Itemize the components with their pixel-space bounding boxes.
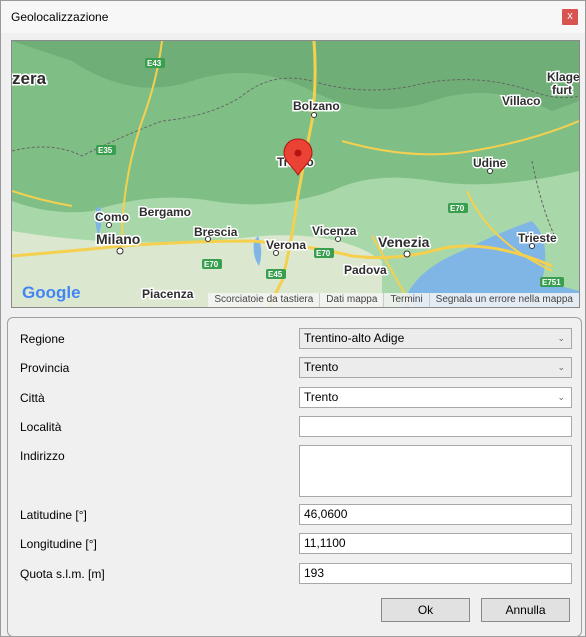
google-logo-text: Google	[22, 283, 81, 302]
latitudine-label: Latitudine [°]	[20, 508, 87, 522]
ok-button[interactable]: Ok	[381, 598, 470, 622]
road-e70-b: E70	[316, 249, 331, 258]
indirizzo-label: Indirizzo	[20, 449, 65, 463]
map-label-bolzano: Bolzano	[293, 99, 340, 113]
longitudine-label: Longitudine [°]	[20, 537, 97, 551]
map-label-piacenza: Piacenza	[142, 287, 194, 301]
regione-value: Trentino-alto Adige	[304, 331, 405, 345]
report-error-link[interactable]: Segnala un errore nella mappa	[428, 293, 579, 307]
keyboard-shortcuts-link[interactable]: Scorciatoie da tastiera	[208, 293, 319, 307]
map-footer: Scorciatoie da tastiera Dati mappa Termi…	[208, 293, 579, 307]
regione-select[interactable]: Trentino-alto Adige ⌄	[299, 328, 572, 349]
terms-link[interactable]: Termini	[383, 293, 428, 307]
road-e45: E45	[268, 270, 283, 279]
road-e70-c: E70	[204, 260, 219, 269]
citta-label: Città	[20, 391, 45, 405]
map-label-zera: zera	[12, 69, 47, 88]
map-label-bergamo: Bergamo	[139, 205, 191, 219]
chevron-down-icon: ⌄	[557, 362, 565, 372]
location-form: Regione Trentino-alto Adige ⌄ Provincia …	[7, 317, 582, 637]
map-view[interactable]: E43 E35 E70 E70 E70 E45 E751 zera Klage …	[11, 40, 580, 308]
title-bar: Geolocalizzazione x	[1, 1, 585, 33]
map-label-udine: Udine	[473, 156, 507, 170]
map-label-trieste: Trieste	[518, 231, 557, 245]
provincia-select[interactable]: Trento ⌄	[299, 357, 572, 378]
map-canvas[interactable]: E43 E35 E70 E70 E70 E45 E751 zera Klage …	[12, 41, 579, 307]
quota-input[interactable]: 193	[299, 563, 572, 584]
road-e43: E43	[147, 59, 162, 68]
road-e751: E751	[542, 278, 561, 287]
window-title: Geolocalizzazione	[11, 10, 109, 24]
cancel-button[interactable]: Annulla	[481, 598, 570, 622]
google-logo: Google	[22, 283, 81, 303]
chevron-down-icon: ⌄	[557, 333, 565, 343]
map-label-villaco: Villaco	[502, 94, 540, 108]
indirizzo-textarea[interactable]	[299, 445, 572, 497]
citta-select[interactable]: Trento ⌄	[299, 387, 572, 408]
citta-value: Trento	[304, 390, 339, 404]
regione-label: Regione	[20, 332, 65, 346]
chevron-down-icon: ⌄	[557, 392, 565, 402]
longitudine-input[interactable]: 11,1100	[299, 533, 572, 554]
map-label-venezia: Venezia	[378, 234, 430, 250]
dialog-window: Geolocalizzazione x E43 E35 E70 E70 E70 …	[0, 0, 586, 637]
map-data-link[interactable]: Dati mappa	[319, 293, 383, 307]
latitudine-input[interactable]: 46,0600	[299, 504, 572, 525]
localita-label: Località	[20, 420, 62, 434]
map-label-milano: Milano	[96, 231, 140, 247]
map-label-vicenza: Vicenza	[312, 224, 357, 238]
provincia-value: Trento	[304, 360, 339, 374]
localita-input[interactable]	[299, 416, 572, 437]
road-e70-a: E70	[450, 204, 465, 213]
map-label-como: Como	[95, 210, 129, 224]
map-label-klagenfurt-2: furt	[552, 83, 572, 97]
close-button[interactable]: x	[562, 9, 578, 25]
map-label-brescia: Brescia	[194, 225, 238, 239]
provincia-label: Provincia	[20, 361, 70, 375]
road-e35: E35	[98, 146, 113, 155]
map-label-klagenfurt: Klage	[547, 70, 579, 84]
quota-label: Quota s.l.m. [m]	[20, 567, 105, 581]
map-label-padova: Padova	[344, 263, 387, 277]
map-label-verona: Verona	[266, 238, 306, 252]
